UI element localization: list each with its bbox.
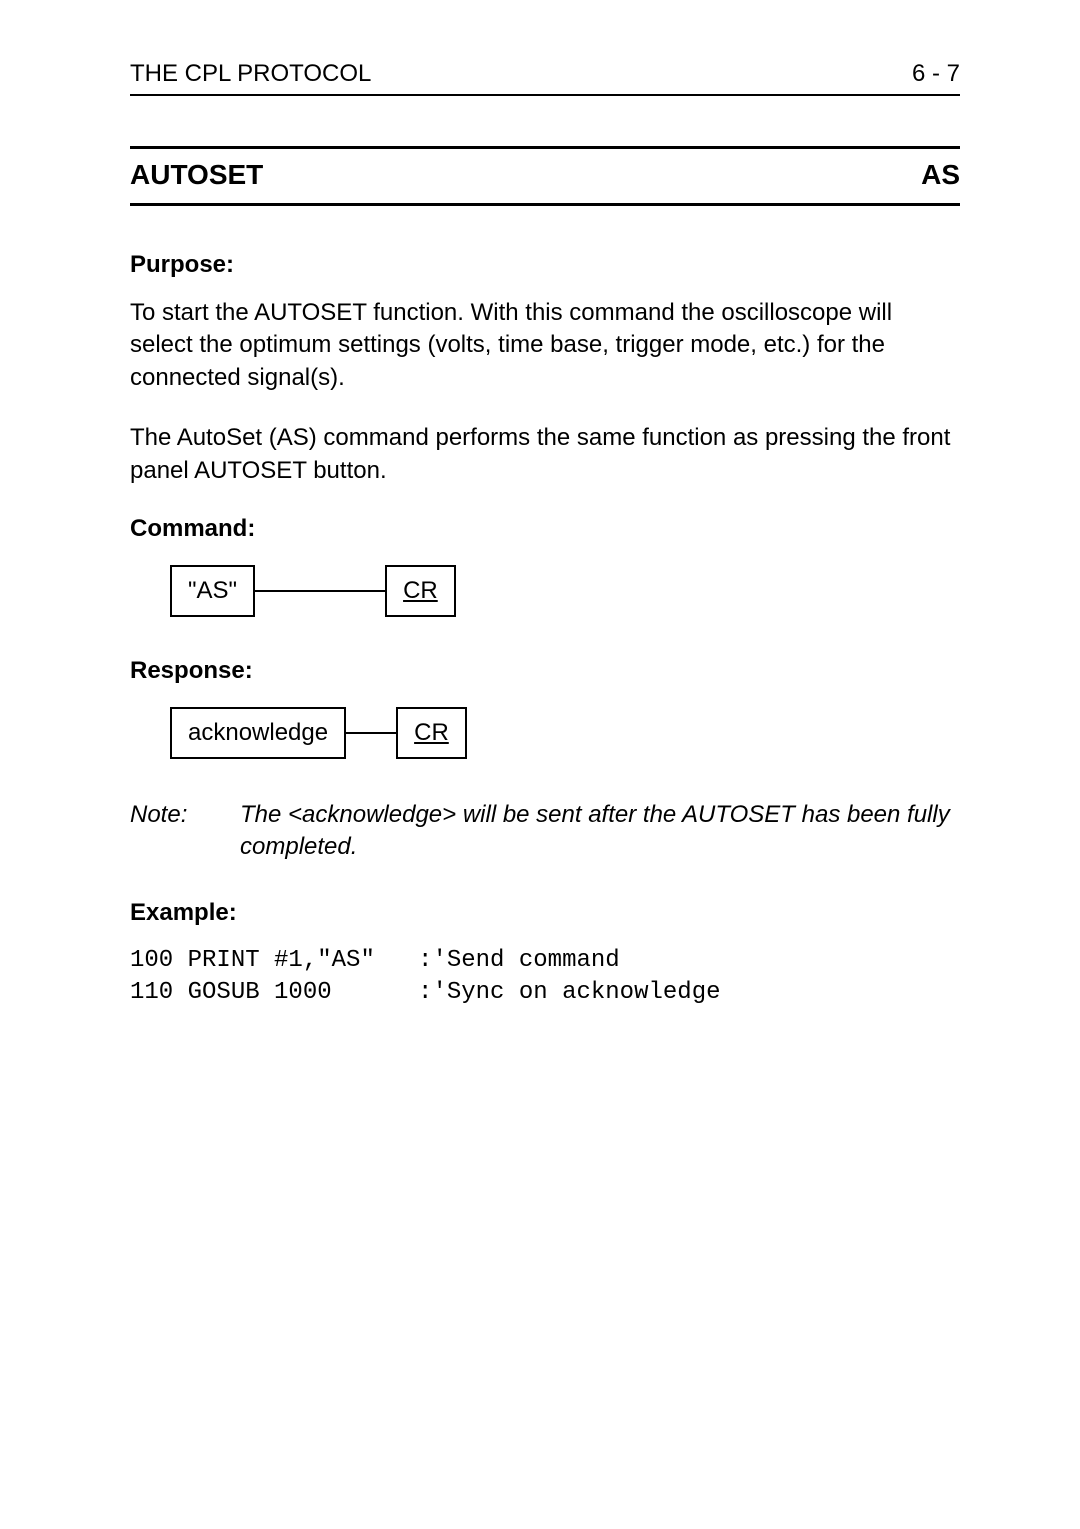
command-syntax-diagram: "AS" CR [170, 565, 960, 617]
diagram-connector [255, 590, 385, 592]
code-line-2: 110 GOSUB 1000 :'Sync on acknowledge [130, 979, 721, 1006]
command-heading: Command: [130, 515, 960, 543]
response-box-cr: CR [396, 707, 467, 759]
response-heading: Response: [130, 657, 960, 685]
response-box-ack: acknowledge [170, 707, 346, 759]
note-label: Note: [130, 799, 240, 864]
command-title-right: AS [921, 159, 960, 191]
page-header: THE CPL PROTOCOL 6 - 7 [130, 60, 960, 96]
command-title-block: AUTOSET AS [130, 146, 960, 206]
note-block: Note: The <acknowledge> will be sent aft… [130, 799, 960, 864]
code-line-1: 100 PRINT #1,"AS" :'Send command [130, 947, 620, 974]
purpose-heading: Purpose: [130, 251, 960, 279]
purpose-para-2: The AutoSet (AS) command performs the sa… [130, 422, 960, 487]
header-left: THE CPL PROTOCOL [130, 60, 371, 88]
header-right: 6 - 7 [912, 60, 960, 88]
diagram-connector [346, 732, 396, 734]
example-code: 100 PRINT #1,"AS" :'Send command 110 GOS… [130, 945, 960, 1010]
response-syntax-diagram: acknowledge CR [170, 707, 960, 759]
command-box-as: "AS" [170, 565, 255, 617]
command-title-left: AUTOSET [130, 159, 263, 191]
note-text: The <acknowledge> will be sent after the… [240, 799, 960, 864]
command-box-cr: CR [385, 565, 456, 617]
purpose-para-1: To start the AUTOSET function. With this… [130, 297, 960, 394]
example-heading: Example: [130, 899, 960, 927]
